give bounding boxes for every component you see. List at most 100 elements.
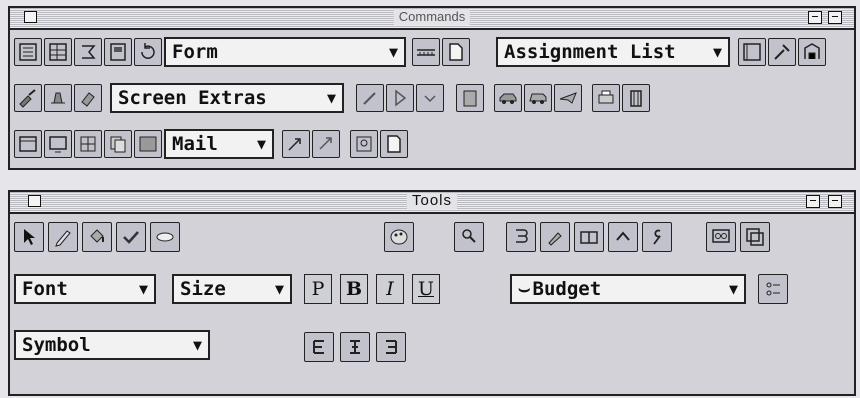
commands-titlebar[interactable]: Commands	[10, 8, 854, 30]
options-button[interactable]	[758, 274, 788, 304]
hook-button[interactable]	[642, 222, 672, 252]
report-icon	[110, 43, 126, 61]
zoom-box[interactable]	[828, 11, 842, 24]
close-box[interactable]	[28, 195, 41, 207]
pencil-tool-button[interactable]	[48, 222, 78, 252]
layers-button[interactable]	[740, 222, 770, 252]
tools-titlebar[interactable]: Tools	[10, 192, 854, 214]
monitor-button[interactable]	[44, 130, 72, 158]
gallery-button[interactable]	[798, 38, 826, 66]
printer-icon	[598, 90, 614, 104]
assignment-list-dropdown[interactable]: Assignment List ▼	[496, 37, 730, 67]
stamp-button[interactable]	[44, 84, 72, 112]
palette-tool-button[interactable]	[384, 222, 414, 252]
align-left-button[interactable]	[304, 332, 334, 362]
wrench-icon	[774, 44, 790, 60]
plane-button[interactable]	[554, 84, 582, 112]
brush-icon	[548, 232, 562, 246]
chevron-down-icon: ▼	[388, 43, 398, 61]
page-icon	[449, 43, 463, 61]
zoom-box[interactable]	[828, 195, 842, 208]
truck-icon	[529, 93, 547, 104]
archive-icon	[630, 90, 642, 107]
ruler-icon	[417, 49, 435, 56]
brush-tool-button[interactable]	[540, 222, 570, 252]
sort-button[interactable]	[74, 38, 102, 66]
document-icon	[387, 135, 401, 153]
eraser-tool-button[interactable]	[150, 222, 180, 252]
align-right-icon	[386, 340, 397, 354]
align-center-icon	[350, 340, 360, 354]
window-icon	[19, 136, 37, 152]
glasses-button[interactable]	[706, 222, 736, 252]
caret-up-button[interactable]	[608, 222, 638, 252]
play-icon	[395, 89, 407, 107]
find-replace-button[interactable]	[454, 222, 484, 252]
window-list-button[interactable]	[14, 130, 42, 158]
car-icon	[499, 93, 517, 104]
collapse-box[interactable]	[808, 11, 822, 24]
document-button[interactable]	[380, 130, 408, 158]
glasses-icon	[712, 229, 730, 243]
image-button[interactable]	[134, 130, 162, 158]
form-dropdown[interactable]: Form ▼	[164, 37, 406, 67]
forward-mail-button[interactable]	[312, 130, 340, 158]
menu-down-button[interactable]	[416, 84, 444, 112]
close-box[interactable]	[24, 11, 37, 23]
grid-button[interactable]	[74, 130, 102, 158]
clipboard-button[interactable]	[456, 84, 484, 112]
pen-button[interactable]	[356, 84, 384, 112]
spelling-button[interactable]	[506, 222, 536, 252]
truck-button[interactable]	[524, 84, 552, 112]
send-icon	[288, 138, 301, 151]
pencil-icon	[55, 230, 71, 247]
paint-tool-button[interactable]	[82, 222, 112, 252]
symbol-dropdown[interactable]: Symbol ▼	[14, 330, 210, 360]
copy-icon	[110, 136, 126, 153]
contact-button[interactable]	[350, 130, 378, 158]
checkmark-icon	[123, 231, 139, 244]
align-right-button[interactable]	[376, 332, 406, 362]
chevron-down-icon: ▼	[256, 135, 266, 153]
window-button[interactable]	[738, 38, 766, 66]
plain-style-button[interactable]: P	[304, 274, 332, 304]
budget-dropdown[interactable]: ⌣ Budget ▼	[510, 274, 746, 304]
screen-extras-dropdown[interactable]: Screen Extras ▼	[110, 83, 344, 113]
brush-icon	[19, 89, 36, 108]
underline-button[interactable]: U	[412, 274, 440, 304]
copy-button[interactable]	[104, 130, 132, 158]
pointer-tool-button[interactable]	[14, 222, 44, 252]
layers-icon	[746, 228, 764, 246]
eraser-button[interactable]	[74, 84, 102, 112]
report-button[interactable]	[104, 38, 132, 66]
layout-button[interactable]	[412, 38, 440, 66]
spell-icon	[516, 229, 528, 243]
chevron-down-icon: ▼	[192, 336, 202, 354]
paint-button[interactable]	[14, 84, 42, 112]
refresh-button[interactable]	[134, 38, 162, 66]
chevron-down-icon: ▼	[274, 280, 284, 298]
play-button[interactable]	[386, 84, 414, 112]
mail-dropdown[interactable]: Mail ▼	[164, 129, 274, 159]
new-page-button[interactable]	[442, 38, 470, 66]
align-center-button[interactable]	[340, 332, 370, 362]
font-dropdown[interactable]: Font ▼	[14, 274, 156, 304]
search-icon	[462, 229, 476, 243]
book-button[interactable]	[574, 222, 604, 252]
chevron-down-icon: ▼	[728, 280, 738, 298]
send-mail-button[interactable]	[282, 130, 310, 158]
car-button[interactable]	[494, 84, 522, 112]
archive-button[interactable]	[622, 84, 650, 112]
refresh-icon	[141, 43, 155, 59]
print-button[interactable]	[592, 84, 620, 112]
list-view-button[interactable]	[14, 38, 42, 66]
collapse-box[interactable]	[806, 195, 820, 208]
grid-icon	[80, 136, 96, 152]
bold-button[interactable]: B	[340, 274, 368, 304]
check-tool-button[interactable]	[116, 222, 146, 252]
tools-button[interactable]	[768, 38, 796, 66]
plane-icon	[559, 92, 577, 104]
table-view-button[interactable]	[44, 38, 72, 66]
italic-button[interactable]: I	[376, 274, 404, 304]
size-dropdown[interactable]: Size ▼	[172, 274, 292, 304]
